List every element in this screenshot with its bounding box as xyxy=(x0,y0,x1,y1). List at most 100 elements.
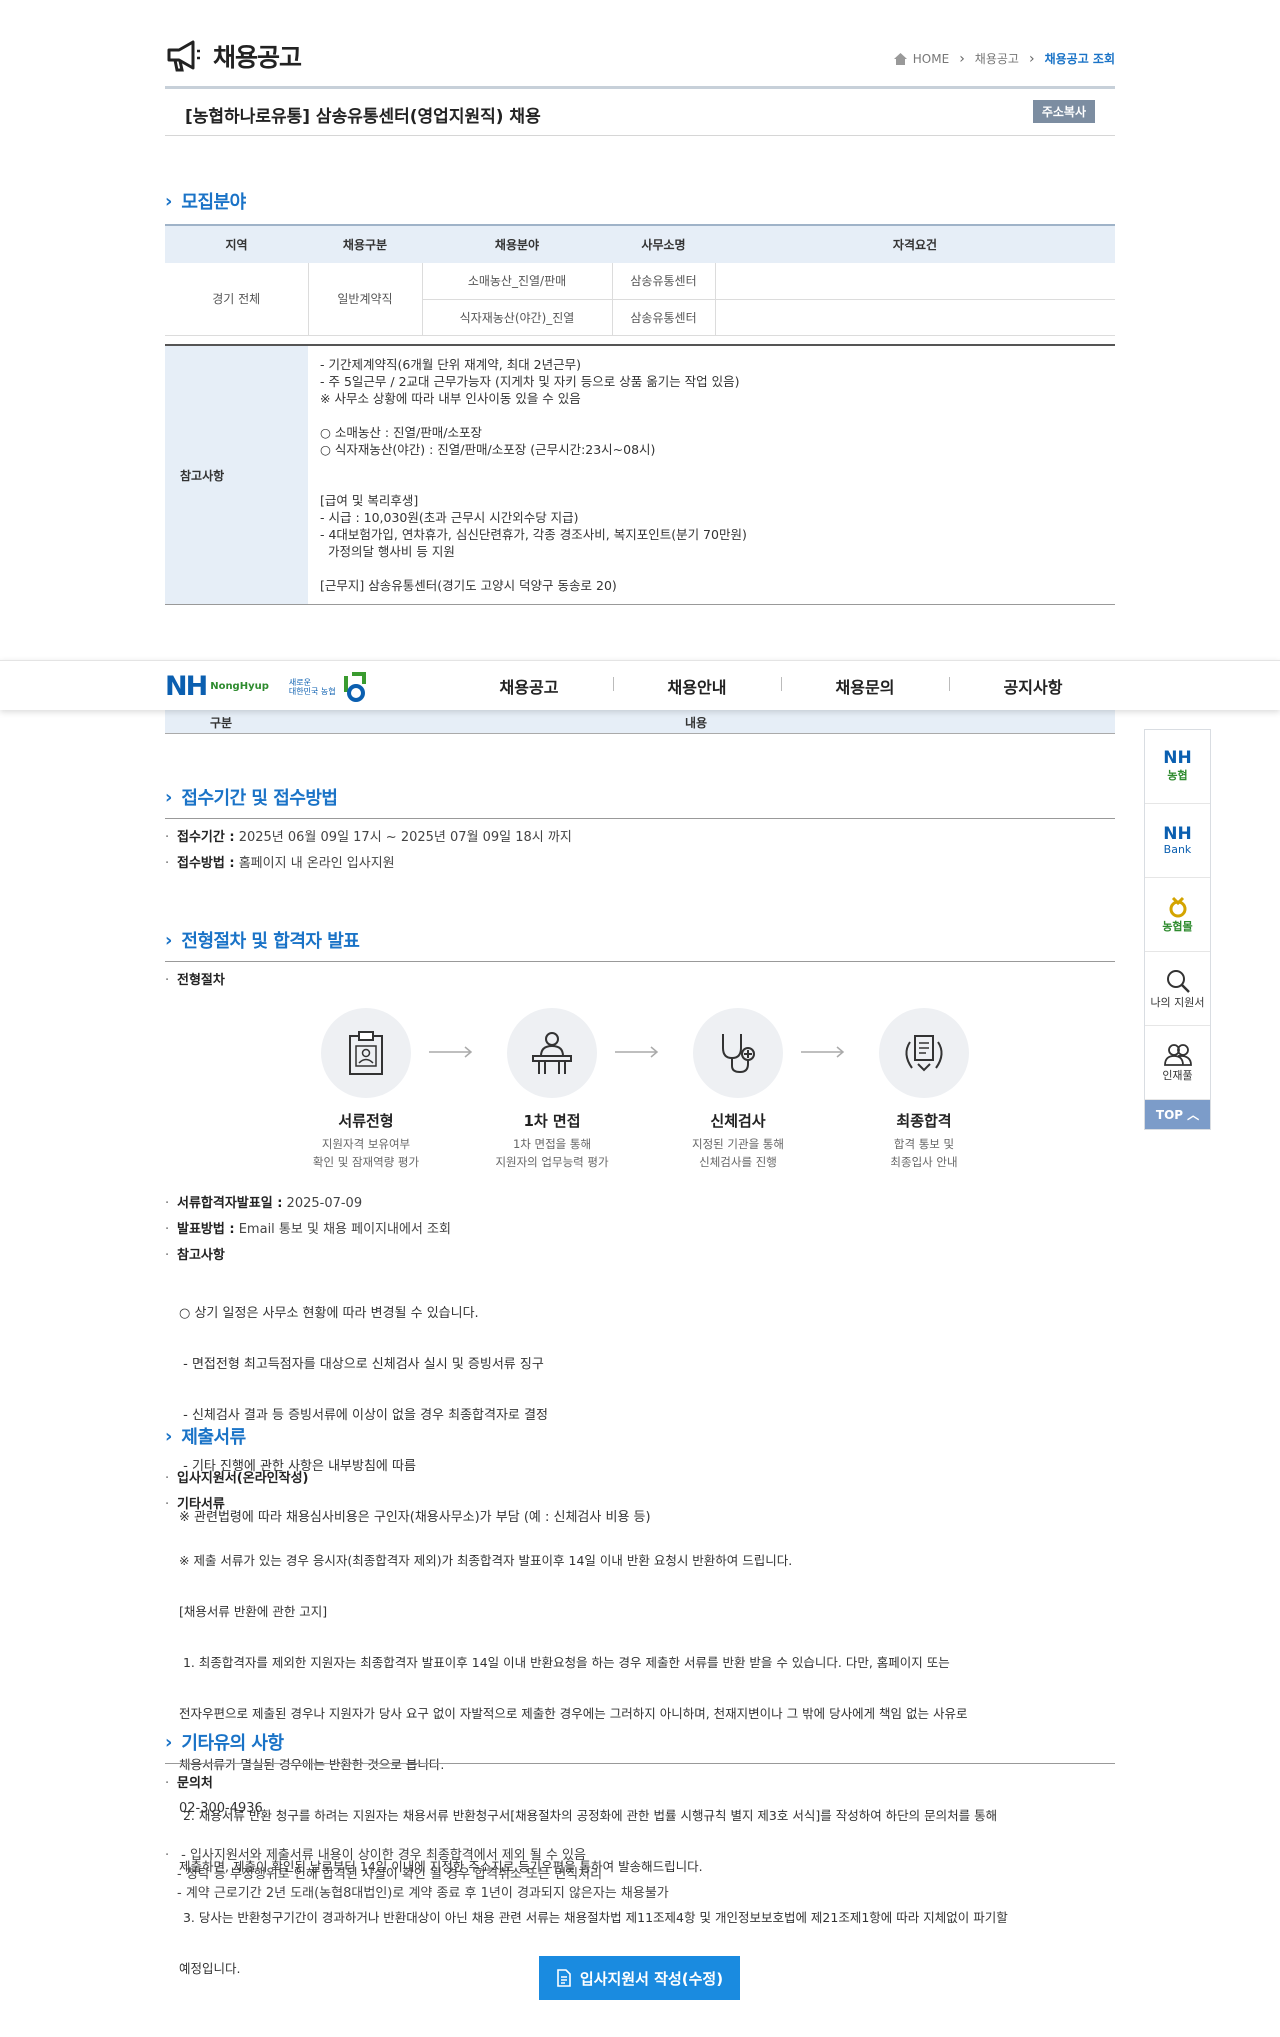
step-desc-line: 신체검사를 진행 xyxy=(699,1155,777,1169)
cell-type: 일반계약직 xyxy=(308,263,423,336)
search-icon xyxy=(1166,969,1190,993)
etc-line: - 계약 근로기간 2년 도래(농협8대법인)로 계약 종료 후 1년이 경과되… xyxy=(177,1886,669,1901)
section-divider xyxy=(165,961,1115,962)
step-desc: 1차 면접을 통해 지원자의 업무능력 평가 xyxy=(459,1135,645,1171)
col-field: 채용분야 xyxy=(422,224,612,263)
job-title: [농협하나로유통] 삼송유통센터(영업지원직) 채용 xyxy=(185,107,541,127)
col-type: 채용구분 xyxy=(308,224,422,263)
breadcrumb-recruit[interactable]: 채용공고 xyxy=(975,50,1019,67)
quick-talent-pool[interactable]: 인재풀 xyxy=(1145,1026,1210,1100)
step-interview: 1차 면접 1차 면접을 통해 지원자의 업무능력 평가 xyxy=(459,1008,645,1178)
slogan-line: 대한민국 농협 xyxy=(288,686,336,696)
documents-item-label: 기타서류 xyxy=(177,1497,225,1512)
col-office: 사무소명 xyxy=(612,224,715,263)
documents-item-label: 입사지원서(온라인작성) xyxy=(177,1471,309,1486)
breadcrumb-home[interactable]: HOME xyxy=(913,52,949,66)
process-note-line: ○ 상기 일정은 사무소 현황에 따라 변경될 수 있습니다. xyxy=(179,1306,479,1321)
step-desc-line: 최종입사 안내 xyxy=(890,1155,958,1169)
section-divider xyxy=(165,818,1115,819)
copy-address-button[interactable]: 주소복사 xyxy=(1032,100,1095,123)
notes-label: 참고사항 xyxy=(165,345,308,605)
menu-notice[interactable]: 공지사항 xyxy=(949,674,1117,698)
process-label-row: · 전형절차 xyxy=(165,973,225,988)
chevron-right-icon: › xyxy=(165,190,173,212)
recruit-table-wrap: 지역 채용구분 채용분야 사무소명 자격요건 경기 전체 일반계약직 소매농산_… xyxy=(165,224,1115,336)
section-recruit-head: › 모집분야 xyxy=(165,188,1115,214)
breadcrumb-current[interactable]: 채용공고 조회 xyxy=(1045,50,1115,67)
people-icon xyxy=(1163,1043,1192,1066)
section-reception-head: › 접수기간 및 접수방법 xyxy=(165,784,1115,810)
contact-label: 문의처 xyxy=(177,1776,213,1791)
chevron-right-icon: › xyxy=(165,786,173,808)
quick-bank-sub: Bank xyxy=(1163,842,1192,856)
notes-line: - 주 5일근무 / 2교대 근무가능자 (지게차 및 자키 등으로 상품 옮기… xyxy=(320,374,740,389)
section-title: 제출서류 xyxy=(181,1427,246,1448)
cell-qual xyxy=(715,299,1115,336)
announce-label: 서류합격자발표일 : xyxy=(177,1196,283,1211)
slogan: 새로운 대한민국 농협 xyxy=(289,678,336,696)
stethoscope-icon xyxy=(722,1034,755,1074)
col-region: 지역 xyxy=(165,224,308,263)
period-label: 접수기간 : xyxy=(177,830,235,845)
step-circle xyxy=(507,1008,597,1098)
notes-line: [급여 및 복리후생] xyxy=(320,493,419,508)
step-name: 1차 면접 xyxy=(523,1112,581,1130)
step-desc-line: 지원자격 보유여부 xyxy=(321,1137,411,1151)
breadcrumb: HOME › 채용공고 › 채용공고 조회 xyxy=(893,50,1115,67)
quick-my-label: 나의 지원서 xyxy=(1150,995,1205,1009)
section-documents-head: › 제출서류 xyxy=(165,1423,1115,1449)
step-name: 최종합격 xyxy=(896,1112,952,1130)
quick-menu: NH 농협 NH Bank 농협몰 나의 지원서 인재풀 TOP ︿ xyxy=(1144,729,1211,1130)
etc-notes: · - 입사지원서와 제출서류 내용이 상이한 경우 최종합격에서 제외 될 수… xyxy=(165,1846,1115,1903)
documents-items: · 입사지원서(온라인작성) · 기타서류 xyxy=(165,1466,1115,1518)
documents-line: 3. 당사는 반환청구기간이 경과하거나 반환대상이 아닌 채용 관련 서류는 … xyxy=(179,1910,1008,1925)
home-icon xyxy=(893,52,907,65)
process-steps: 서류전형 지원자격 보유여부 확인 및 잠재역량 평가 1차 면접 1차 면접을 … xyxy=(273,1008,1017,1178)
step-desc-line: 지정된 기관을 통해 xyxy=(692,1137,784,1151)
etc-line: · - 입사지원서와 제출서류 내용이 상이한 경우 최종합격에서 제외 될 수… xyxy=(165,1848,586,1863)
chevron-right-icon: › xyxy=(165,1425,173,1447)
quick-nh-logo: NH xyxy=(1163,748,1192,768)
step-desc-line: 지원자의 업무능력 평가 xyxy=(495,1155,609,1169)
apply-button[interactable]: 입사지원서 작성(수정) xyxy=(539,1956,740,2000)
header-divider xyxy=(165,86,1115,89)
section-etc-head: › 기타유의 사항 xyxy=(165,1729,1115,1755)
cell-office: 삼송유통센터 xyxy=(612,299,716,336)
quick-bank-logo: NH xyxy=(1163,823,1192,844)
step-medical: 신체검사 지정된 기관을 통해 신체검사를 진행 xyxy=(645,1008,831,1178)
chevron-right-icon: › xyxy=(1028,50,1035,67)
documents-line: 전자우편으로 제출된 경우나 지원자가 당사 요구 없이 자발적으로 제출한 경… xyxy=(179,1706,968,1721)
notes-line: - 시급 : 10,030원(초과 근무시 시간외수당 지급) xyxy=(320,510,579,525)
announce-method-label: 발표방법 : xyxy=(177,1222,235,1237)
process-note-line: - 신체검사 결과 등 증빙서류에 이상이 없을 경우 최종합격자로 결정 xyxy=(179,1408,548,1423)
documents-item: · 입사지원서(온라인작성) xyxy=(165,1471,309,1486)
reception-method: · 접수방법 : 홈페이지 내 온라인 입사지원 xyxy=(165,856,395,871)
notes-line xyxy=(320,458,1105,475)
quick-nh-nonghyup[interactable]: NH 농협 xyxy=(1145,730,1210,804)
slogan-line: 새로운 xyxy=(288,677,311,687)
col-qualification: 자격요건 xyxy=(715,224,1115,263)
method-value: 홈페이지 내 온라인 입사지원 xyxy=(238,856,395,871)
section-divider xyxy=(165,1763,1115,1764)
menu-recruit-guide[interactable]: 채용안내 xyxy=(613,674,781,698)
quick-pool-label: 인재풀 xyxy=(1162,1068,1193,1082)
quick-mall[interactable]: 농협몰 xyxy=(1145,878,1210,952)
global-nav: NH NongHyup 새로운 대한민국 농협 채용공고 채용안내 채용문의 공… xyxy=(0,660,1280,710)
menu-recruit-inquiry[interactable]: 채용문의 xyxy=(781,674,949,698)
quick-nh-bank[interactable]: NH Bank xyxy=(1145,804,1210,878)
nonghyup-mall-icon xyxy=(1169,896,1186,917)
notes-line: - 기간제계약직(6개월 단위 재계약, 최대 2년근무) xyxy=(320,357,582,372)
nh-logo[interactable]: NH NongHyup 새로운 대한민국 농협 xyxy=(165,671,368,702)
announce-info: · 서류합격자발표일 : 2025-07-09 · 발표방법 : Email 통보 … xyxy=(165,1191,1115,1269)
notes-line: 가정의달 행사비 등 지원 xyxy=(320,544,455,559)
page-title-group: 채용공고 xyxy=(165,38,302,74)
menu-recruit-notice[interactable]: 채용공고 xyxy=(445,674,613,698)
chevron-right-icon: › xyxy=(165,1731,173,1753)
contact-row: · 문의처 xyxy=(165,1776,213,1791)
nonghyup-emblem-icon xyxy=(343,671,366,702)
documents-item: · 기타서류 xyxy=(165,1497,225,1512)
scroll-top-button[interactable]: TOP ︿ xyxy=(1145,1100,1210,1129)
announce-value: 2025-07-09 xyxy=(286,1196,363,1211)
quick-my-application[interactable]: 나의 지원서 xyxy=(1145,952,1210,1026)
notes-line xyxy=(320,475,1105,492)
